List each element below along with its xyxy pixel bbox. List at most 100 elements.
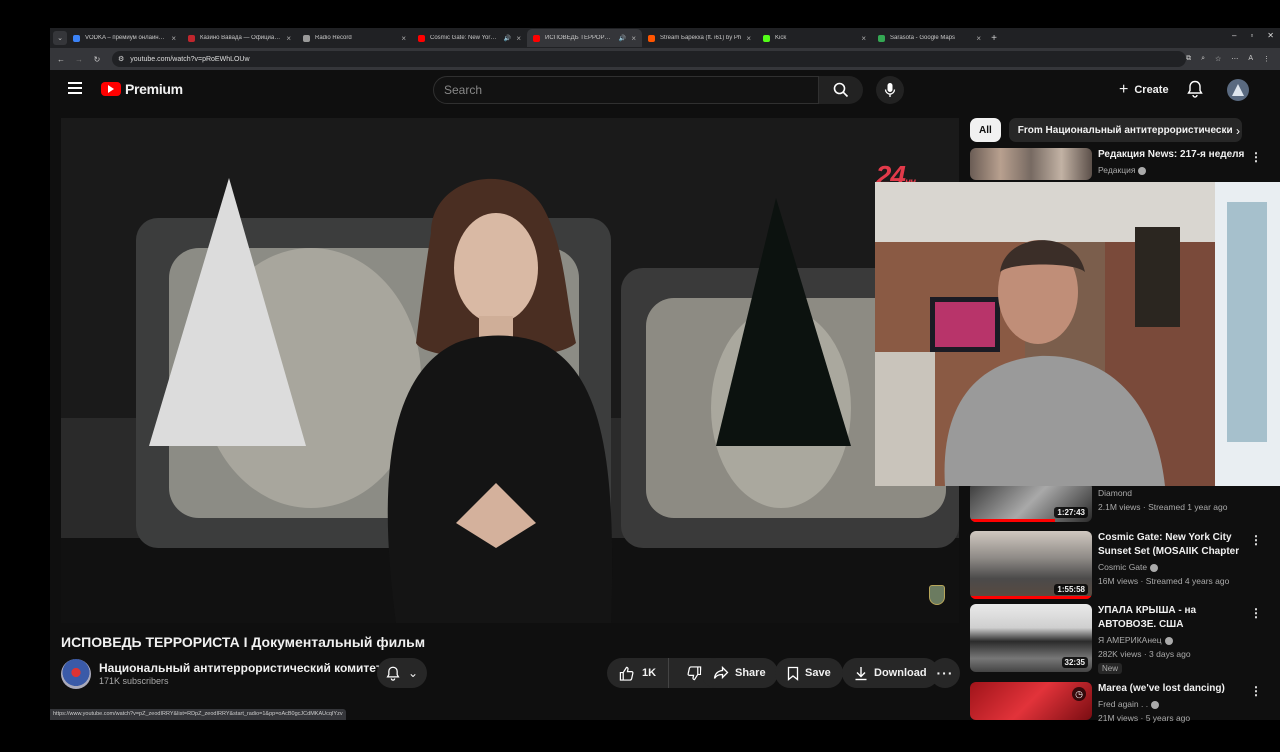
verified-icon <box>1138 166 1147 175</box>
video-player[interactable]: 24нн <box>61 118 959 623</box>
notifications-button[interactable] <box>1187 80 1203 103</box>
voice-search-button[interactable] <box>876 76 904 104</box>
minimize-icon[interactable]: – <box>1232 31 1236 40</box>
youtube-logo[interactable]: Premium <box>101 81 183 97</box>
search-button[interactable] <box>819 76 863 104</box>
tab-favicon <box>73 34 80 42</box>
search-icon <box>833 82 849 98</box>
browser-tab[interactable]: Kick × <box>757 29 872 47</box>
forward-icon[interactable]: → <box>72 55 86 64</box>
verified-icon <box>1164 636 1173 645</box>
share-button[interactable]: Share <box>701 658 778 688</box>
bookmark-star-icon[interactable]: ☆ <box>1215 55 1221 63</box>
tab-title: Stream Барекха (ft. i61) by Ph <box>660 35 742 41</box>
url-field[interactable]: ⚙ youtube.com/watch?v=pRoEWhLOUw <box>112 51 1187 67</box>
video-thumbnail[interactable] <box>970 148 1092 180</box>
url-text[interactable]: youtube.com/watch?v=pRoEWhLOUw <box>130 56 249 63</box>
recommendation-title[interactable]: Cosmic Gate: New York City Sunset Set (M… <box>1098 531 1250 559</box>
browser-tab[interactable]: Radio Record × <box>297 29 412 47</box>
kebab-menu-icon[interactable]: ⋮ <box>1250 606 1262 620</box>
browser-tab[interactable]: Sarasota - Google Maps × <box>872 29 987 47</box>
back-icon[interactable]: ← <box>54 55 68 64</box>
close-window-icon[interactable]: ✕ <box>1267 31 1274 40</box>
browser-menu-icon[interactable]: ⋮ <box>1263 55 1270 63</box>
account-avatar[interactable] <box>1227 79 1249 101</box>
recommendation-meta: 21M views · 5 years ago <box>1098 713 1191 723</box>
recommendation-item[interactable]: 32:35 УПАЛА КРЫША - на АВТОВОЗЕ. США Я А… <box>970 604 1270 674</box>
search-input[interactable] <box>444 83 818 97</box>
duration-badge: 1:27:43 <box>1054 507 1088 518</box>
browser-tab[interactable]: Казино Вавада — Официальн × <box>182 29 297 47</box>
share-label: Share <box>735 667 766 679</box>
thumbs-up-icon <box>619 666 634 681</box>
browser-tab-active[interactable]: ИСПОВЕДЬ ТЕРРОРИСТА 🔊 × <box>527 29 642 47</box>
close-icon[interactable]: × <box>286 34 291 43</box>
bell-icon <box>386 666 400 681</box>
tab-title: ИСПОВЕДЬ ТЕРРОРИСТА <box>545 35 614 41</box>
channel-name[interactable]: Национальный антитеррористический комите… <box>99 661 382 675</box>
recommendation-title[interactable]: УПАЛА КРЫША - на АВТОВОЗЕ. США <box>1098 604 1228 632</box>
duration-badge: 32:35 <box>1061 657 1088 668</box>
audio-icon[interactable]: 🔊 <box>504 35 511 42</box>
toolbar-icons: ⧉ ⌕ ☆ ⋯ A ⋮ <box>1186 55 1270 63</box>
more-actions-button[interactable]: ··· <box>930 658 960 688</box>
save-button[interactable]: Save <box>775 658 843 688</box>
browser-tab[interactable]: Cosmic Gate: New York Ci 🔊 × <box>412 29 527 47</box>
tab-favicon <box>418 34 425 42</box>
site-info-icon[interactable]: ⚙ <box>118 55 124 63</box>
chip-from-channel[interactable]: From Национальный антитеррористически <box>1008 118 1242 142</box>
kebab-menu-icon[interactable]: ⋮ <box>1250 150 1262 164</box>
bookmark-icon <box>787 666 799 681</box>
extensions-icon[interactable]: ⋯ <box>1231 55 1238 63</box>
maximize-icon[interactable]: ▫ <box>1250 31 1253 40</box>
video-thumbnail[interactable]: ◷ <box>970 682 1092 720</box>
close-icon[interactable]: × <box>976 34 981 43</box>
browser-tab[interactable]: VODKA – премиум онлайн-ка × <box>67 29 182 47</box>
video-thumbnail[interactable]: 32:35 <box>970 604 1092 672</box>
tab-favicon <box>188 34 195 42</box>
tab-strip: ⌄ VODKA – премиум онлайн-ка × Казино Вав… <box>50 28 1280 48</box>
webcam-image <box>875 182 1280 486</box>
video-title: ИСПОВЕДЬ ТЕРРОРИСТА I Документальный фил… <box>61 634 426 650</box>
open-in-app-icon[interactable]: ⧉ <box>1186 55 1191 63</box>
create-button[interactable]: + Create <box>1107 77 1181 103</box>
tab-title: VODKA – премиум онлайн-ка <box>85 35 167 41</box>
close-icon[interactable]: × <box>631 34 636 43</box>
video-thumbnail[interactable]: 1:55:58 <box>970 531 1092 599</box>
chevron-right-icon[interactable]: › <box>1236 124 1240 138</box>
verified-icon <box>1151 700 1160 709</box>
browser-tab[interactable]: Stream Барекха (ft. i61) by Ph × <box>642 29 757 47</box>
close-icon[interactable]: × <box>171 34 176 43</box>
zoom-icon[interactable]: ⌕ <box>1201 55 1205 63</box>
channel-avatar[interactable] <box>61 659 91 689</box>
close-icon[interactable]: × <box>401 34 406 43</box>
tab-title: Radio Record <box>315 35 352 41</box>
close-icon[interactable]: × <box>746 34 751 43</box>
profile-icon[interactable]: A <box>1248 55 1253 63</box>
tab-search-button[interactable]: ⌄ <box>53 31 67 45</box>
new-tab-button[interactable]: + <box>987 33 1001 44</box>
new-badge: New <box>1098 663 1123 674</box>
close-icon[interactable]: × <box>861 34 866 43</box>
kebab-menu-icon[interactable]: ⋮ <box>1250 684 1262 698</box>
video-thumbnail[interactable]: 1:27:43 <box>970 482 1092 522</box>
reload-icon[interactable]: ↻ <box>90 55 104 64</box>
subscription-notifications-button[interactable]: ⌄ <box>377 658 427 688</box>
audio-icon[interactable]: 🔊 <box>619 35 626 42</box>
save-label: Save <box>805 667 831 679</box>
tab-favicon <box>533 34 540 42</box>
recommendation-title[interactable]: Редакция News: 217-я неделя <box>1098 148 1268 162</box>
recommendation-title[interactable]: Marea (we've lost dancing) <box>1098 682 1250 696</box>
download-button[interactable]: Download <box>842 658 939 688</box>
chip-all[interactable]: All <box>970 118 1001 142</box>
tab-title: Sarasota - Google Maps <box>890 35 956 41</box>
like-count: 1K <box>642 667 657 679</box>
search-box[interactable] <box>433 76 819 104</box>
kebab-menu-icon[interactable]: ⋮ <box>1250 533 1262 547</box>
hamburger-menu-icon[interactable] <box>68 82 82 94</box>
watch-later-icon[interactable]: ◷ <box>1072 687 1086 701</box>
like-button[interactable]: 1K <box>607 658 670 688</box>
close-icon[interactable]: × <box>516 34 521 43</box>
recommendation-item[interactable]: 1:55:58 Cosmic Gate: New York City Sunse… <box>970 531 1270 601</box>
recommendation-item[interactable]: ◷ Marea (we've lost dancing) Fred again … <box>970 682 1270 752</box>
